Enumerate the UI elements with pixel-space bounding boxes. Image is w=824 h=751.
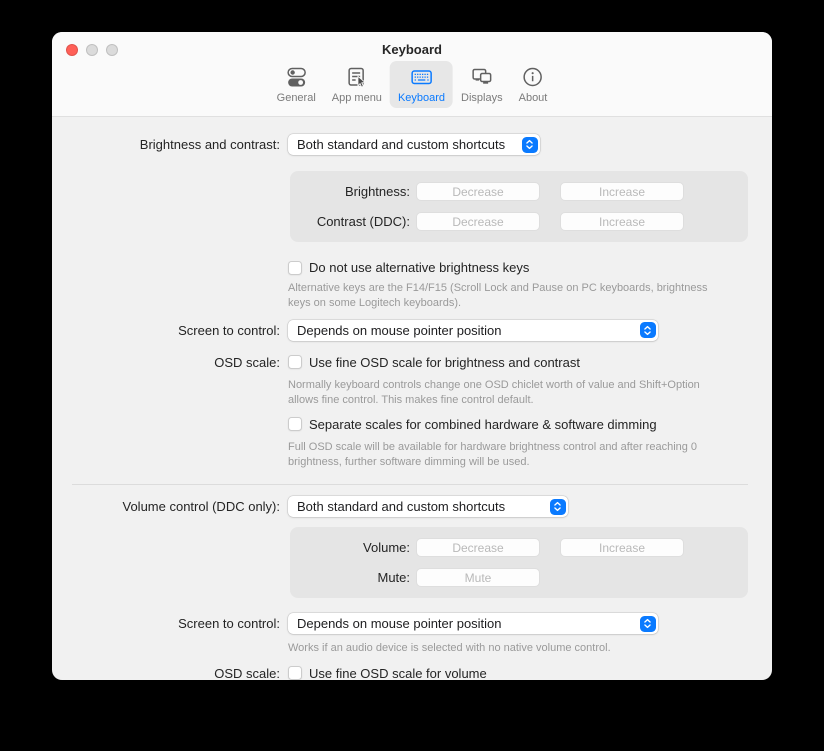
- brightness-mode-row: Brightness and contrast: Both standard a…: [52, 134, 772, 155]
- volume-screen-label: Screen to control:: [52, 616, 280, 631]
- contrast-increase-button[interactable]: Increase: [560, 212, 684, 231]
- contrast-decrease-button[interactable]: Decrease: [416, 212, 540, 231]
- volume-shortcut-row: Volume: Decrease Increase: [290, 538, 748, 557]
- brightness-screen-label: Screen to control:: [52, 323, 280, 338]
- tab-displays[interactable]: Displays: [453, 61, 511, 108]
- contrast-shortcut-row: Contrast (DDC): Decrease Increase: [290, 212, 748, 231]
- brightness-mode-value: Both standard and custom shortcuts: [297, 137, 505, 152]
- volume-fine-osd-checkbox[interactable]: [288, 666, 302, 680]
- separate-scales-label: Separate scales for combined hardware & …: [309, 417, 657, 432]
- switches-icon: [284, 65, 308, 90]
- volume-shortcut-box: Volume: Decrease Increase Mute: Mute: [290, 527, 748, 598]
- tab-app-menu-label: App menu: [332, 92, 382, 104]
- fine-osd-help: Normally keyboard controls change one OS…: [288, 378, 733, 409]
- tab-app-menu[interactable]: App menu: [324, 61, 390, 108]
- alt-keys-row: Do not use alternative brightness keys: [288, 260, 772, 275]
- volume-mode-value: Both standard and custom shortcuts: [297, 499, 505, 514]
- tab-general[interactable]: General: [269, 61, 324, 108]
- chevron-up-down-icon: [640, 322, 656, 338]
- window-title: Keyboard: [52, 42, 772, 57]
- brightness-mode-dropdown[interactable]: Both standard and custom shortcuts: [288, 134, 540, 155]
- volume-mode-label: Volume control (DDC only):: [52, 499, 280, 514]
- brightness-increase-button[interactable]: Increase: [560, 182, 684, 201]
- brightness-screen-row: Screen to control: Depends on mouse poin…: [52, 320, 772, 341]
- brightness-shortcut-row: Brightness: Decrease Increase: [290, 182, 748, 201]
- mute-shortcut-row: Mute: Mute: [290, 568, 748, 587]
- volume-screen-value: Depends on mouse pointer position: [297, 616, 502, 631]
- osd-scale-label: OSD scale:: [52, 355, 280, 370]
- contrast-shortcut-label: Contrast (DDC):: [290, 214, 410, 229]
- document-cursor-icon: [345, 65, 369, 90]
- volume-screen-dropdown[interactable]: Depends on mouse pointer position: [288, 613, 658, 634]
- volume-screen-row: Screen to control: Depends on mouse poin…: [52, 613, 772, 634]
- volume-screen-help: Works if an audio device is selected wit…: [288, 641, 733, 656]
- tab-keyboard[interactable]: Keyboard: [390, 61, 453, 108]
- volume-osd-scale-label: OSD scale:: [52, 666, 280, 681]
- toolbar-tabs: General App menu: [269, 61, 556, 108]
- brightness-shortcut-label: Brightness:: [290, 184, 410, 199]
- keyboard-pane: Brightness and contrast: Both standard a…: [52, 134, 772, 681]
- fine-osd-label: Use fine OSD scale for brightness and co…: [309, 355, 580, 370]
- volume-fine-osd-label: Use fine OSD scale for volume: [309, 666, 487, 681]
- volume-increase-button[interactable]: Increase: [560, 538, 684, 557]
- alt-keys-checkbox[interactable]: [288, 261, 302, 275]
- separate-scales-help: Full OSD scale will be available for har…: [288, 440, 733, 471]
- chevron-up-down-icon: [550, 499, 566, 515]
- brightness-decrease-button[interactable]: Decrease: [416, 182, 540, 201]
- mute-shortcut-label: Mute:: [290, 570, 410, 585]
- volume-shortcut-label: Volume:: [290, 540, 410, 555]
- tab-general-label: General: [277, 92, 316, 104]
- tab-keyboard-label: Keyboard: [398, 92, 445, 104]
- volume-mode-dropdown[interactable]: Both standard and custom shortcuts: [288, 496, 568, 517]
- brightness-shortcut-box: Brightness: Decrease Increase Contrast (…: [290, 171, 748, 242]
- displays-icon: [470, 65, 494, 90]
- mute-button[interactable]: Mute: [416, 568, 540, 587]
- chevron-up-down-icon: [640, 616, 656, 632]
- brightness-mode-label: Brightness and contrast:: [52, 137, 280, 152]
- separate-scales-checkbox[interactable]: [288, 417, 302, 431]
- volume-decrease-button[interactable]: Decrease: [416, 538, 540, 557]
- brightness-screen-dropdown[interactable]: Depends on mouse pointer position: [288, 320, 658, 341]
- osd-fine-row: OSD scale: Use fine OSD scale for bright…: [52, 355, 772, 370]
- fine-osd-checkbox[interactable]: [288, 355, 302, 369]
- volume-osd-row: OSD scale: Use fine OSD scale for volume: [52, 666, 772, 681]
- brightness-screen-value: Depends on mouse pointer position: [297, 323, 502, 338]
- keyboard-icon: [409, 65, 433, 90]
- tab-about-label: About: [519, 92, 548, 104]
- alt-keys-label: Do not use alternative brightness keys: [309, 260, 529, 275]
- volume-mode-row: Volume control (DDC only): Both standard…: [52, 496, 772, 517]
- preferences-window: Keyboard General: [52, 32, 772, 680]
- tab-displays-label: Displays: [461, 92, 503, 104]
- section-divider: [72, 484, 748, 485]
- toolbar: Keyboard General: [52, 32, 772, 117]
- chevron-up-down-icon: [522, 137, 538, 153]
- tab-about[interactable]: About: [511, 61, 556, 108]
- separate-scales-row: Separate scales for combined hardware & …: [288, 417, 772, 432]
- alt-keys-help: Alternative keys are the F14/F15 (Scroll…: [288, 281, 733, 312]
- info-icon: [521, 65, 545, 90]
